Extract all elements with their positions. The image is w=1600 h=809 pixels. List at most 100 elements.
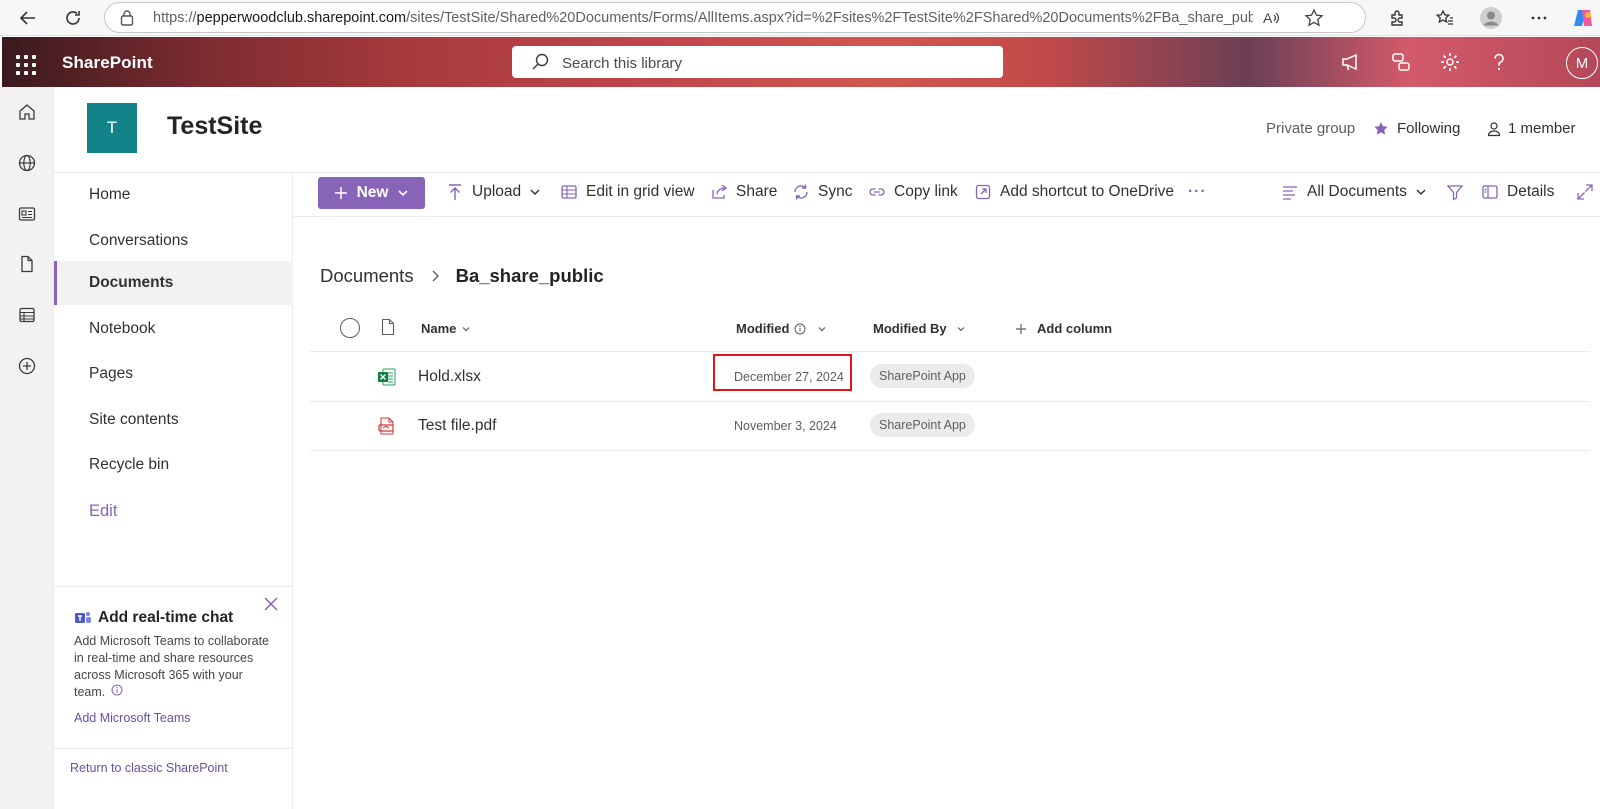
person-icon: [1486, 121, 1502, 137]
left-navigation: Home Conversations Documents Notebook Pa…: [54, 173, 293, 809]
table-row[interactable]: Test file.pdf November 3, 2024 SharePoin…: [310, 402, 1590, 451]
pdf-file-icon: [377, 416, 397, 441]
breadcrumb: Documents Ba_share_public: [320, 265, 604, 287]
document-icon[interactable]: [15, 252, 39, 276]
nav-item-notebook[interactable]: Notebook: [54, 307, 293, 351]
teams-chat-card: Add real-time chat Add Microsoft Teams t…: [54, 586, 293, 748]
chevron-right-icon: [430, 269, 440, 283]
search-box[interactable]: Search this library: [512, 46, 1003, 78]
more-commands-button[interactable]: ···: [1188, 183, 1207, 201]
share-icon: [710, 183, 728, 201]
highlight-box: [713, 354, 852, 391]
chevron-down-icon: [530, 189, 540, 195]
members-button[interactable]: 1 member: [1486, 120, 1576, 137]
excel-file-icon: [377, 367, 397, 392]
teams-icon: [74, 610, 92, 626]
lists-icon[interactable]: [15, 303, 39, 327]
help-icon[interactable]: [1486, 49, 1512, 75]
add-shortcut-button[interactable]: Add shortcut to OneDrive: [974, 183, 1174, 201]
copy-link-button[interactable]: Copy link: [868, 183, 958, 201]
file-name-link[interactable]: Hold.xlsx: [418, 368, 481, 386]
following-button[interactable]: Following: [1373, 120, 1460, 137]
upload-button[interactable]: Upload: [446, 183, 541, 201]
globe-icon[interactable]: [15, 151, 39, 175]
settings-gear-icon[interactable]: [1437, 49, 1463, 75]
share-feedback-icon[interactable]: [1388, 49, 1414, 75]
breadcrumb-root[interactable]: Documents: [320, 265, 414, 287]
user-avatar[interactable]: M: [1566, 47, 1598, 79]
table-row[interactable]: Hold.xlsx December 27, 2024 SharePoint A…: [310, 353, 1590, 402]
return-classic-link[interactable]: Return to classic SharePoint: [54, 748, 293, 809]
favorites-icon[interactable]: [1431, 4, 1459, 32]
favorite-star-icon[interactable]: [1303, 7, 1325, 29]
nav-item-site-contents[interactable]: Site contents: [54, 398, 293, 442]
link-icon: [868, 183, 886, 201]
chat-card-title: Add real-time chat: [74, 609, 283, 627]
sync-button[interactable]: Sync: [792, 183, 852, 201]
plus-icon: [334, 187, 347, 199]
profile-icon[interactable]: [1477, 4, 1505, 32]
copilot-icon[interactable]: [1569, 4, 1597, 32]
share-button[interactable]: Share: [710, 183, 777, 201]
edit-grid-view-button[interactable]: Edit in grid view: [560, 183, 695, 201]
view-switcher-button[interactable]: All Documents: [1281, 183, 1427, 201]
news-icon[interactable]: [15, 202, 39, 226]
nav-item-home[interactable]: Home: [54, 173, 293, 217]
site-logo[interactable]: T: [87, 103, 137, 153]
chat-card-body: Add Microsoft Teams to collaborate in re…: [74, 634, 270, 701]
svg-text:A: A: [1263, 10, 1273, 26]
privacy-label: Private group: [1266, 120, 1356, 137]
back-icon[interactable]: [14, 4, 42, 32]
suite-title[interactable]: SharePoint: [62, 53, 153, 73]
select-all-checkbox[interactable]: [339, 317, 361, 339]
column-name[interactable]: Name: [421, 321, 471, 336]
filter-button[interactable]: [1446, 183, 1464, 201]
app-launcher-icon[interactable]: [10, 47, 42, 79]
url-text: https://pepperwoodclub.sharepoint.com/si…: [153, 10, 1253, 26]
command-bar: New Upload Edit in grid view Share Sync …: [293, 173, 1600, 217]
plus-icon: [1016, 323, 1026, 334]
nav-item-documents[interactable]: Documents: [54, 261, 293, 305]
nav-edit-link[interactable]: Edit: [54, 489, 293, 533]
chat-card-title-text: Add real-time chat: [98, 609, 234, 626]
expand-icon[interactable]: [1576, 183, 1594, 201]
extensions-icon[interactable]: [1384, 4, 1412, 32]
modified-by-badge[interactable]: SharePoint App: [870, 364, 975, 388]
site-title[interactable]: TestSite: [167, 112, 262, 141]
nav-item-recycle-bin[interactable]: Recycle bin: [54, 443, 293, 487]
file-type-icon[interactable]: [380, 318, 396, 336]
nav-item-pages[interactable]: Pages: [54, 352, 293, 396]
megaphone-icon[interactable]: [1338, 49, 1364, 75]
home-icon[interactable]: [15, 100, 39, 124]
chevron-down-icon: [957, 326, 965, 331]
chevron-down-icon: [1416, 189, 1426, 195]
new-button[interactable]: New: [318, 177, 425, 209]
modified-by-badge[interactable]: SharePoint App: [870, 413, 975, 437]
add-column-button[interactable]: Add column: [1015, 321, 1112, 336]
more-options-icon[interactable]: [1525, 4, 1553, 32]
info-icon: [794, 323, 806, 334]
create-icon[interactable]: [15, 354, 39, 378]
chevron-down-icon: [462, 326, 470, 331]
list-header: Name Modified Modified By Add column: [310, 304, 1590, 352]
details-button[interactable]: Details: [1481, 183, 1554, 201]
grid-icon: [560, 183, 578, 201]
read-aloud-icon[interactable]: A: [1261, 7, 1283, 29]
suite-header: SharePoint Search this library M: [2, 37, 1600, 87]
info-icon[interactable]: [111, 684, 123, 701]
column-modified-by[interactable]: Modified By: [873, 321, 966, 336]
file-name-link[interactable]: Test file.pdf: [418, 417, 496, 435]
close-icon[interactable]: [264, 597, 278, 616]
refresh-icon[interactable]: [59, 4, 87, 32]
filter-icon: [1446, 183, 1464, 201]
address-bar[interactable]: https://pepperwoodclub.sharepoint.com/si…: [104, 2, 1366, 33]
members-label: 1 member: [1508, 120, 1576, 137]
breadcrumb-current: Ba_share_public: [455, 265, 604, 286]
column-modified[interactable]: Modified: [736, 321, 827, 336]
lock-icon: [119, 9, 135, 32]
chevron-down-icon: [398, 190, 409, 197]
modified-date: November 3, 2024: [734, 419, 837, 433]
nav-item-conversations[interactable]: Conversations: [54, 219, 293, 263]
add-teams-link[interactable]: Add Microsoft Teams: [74, 711, 283, 725]
app-rail: [0, 87, 54, 809]
